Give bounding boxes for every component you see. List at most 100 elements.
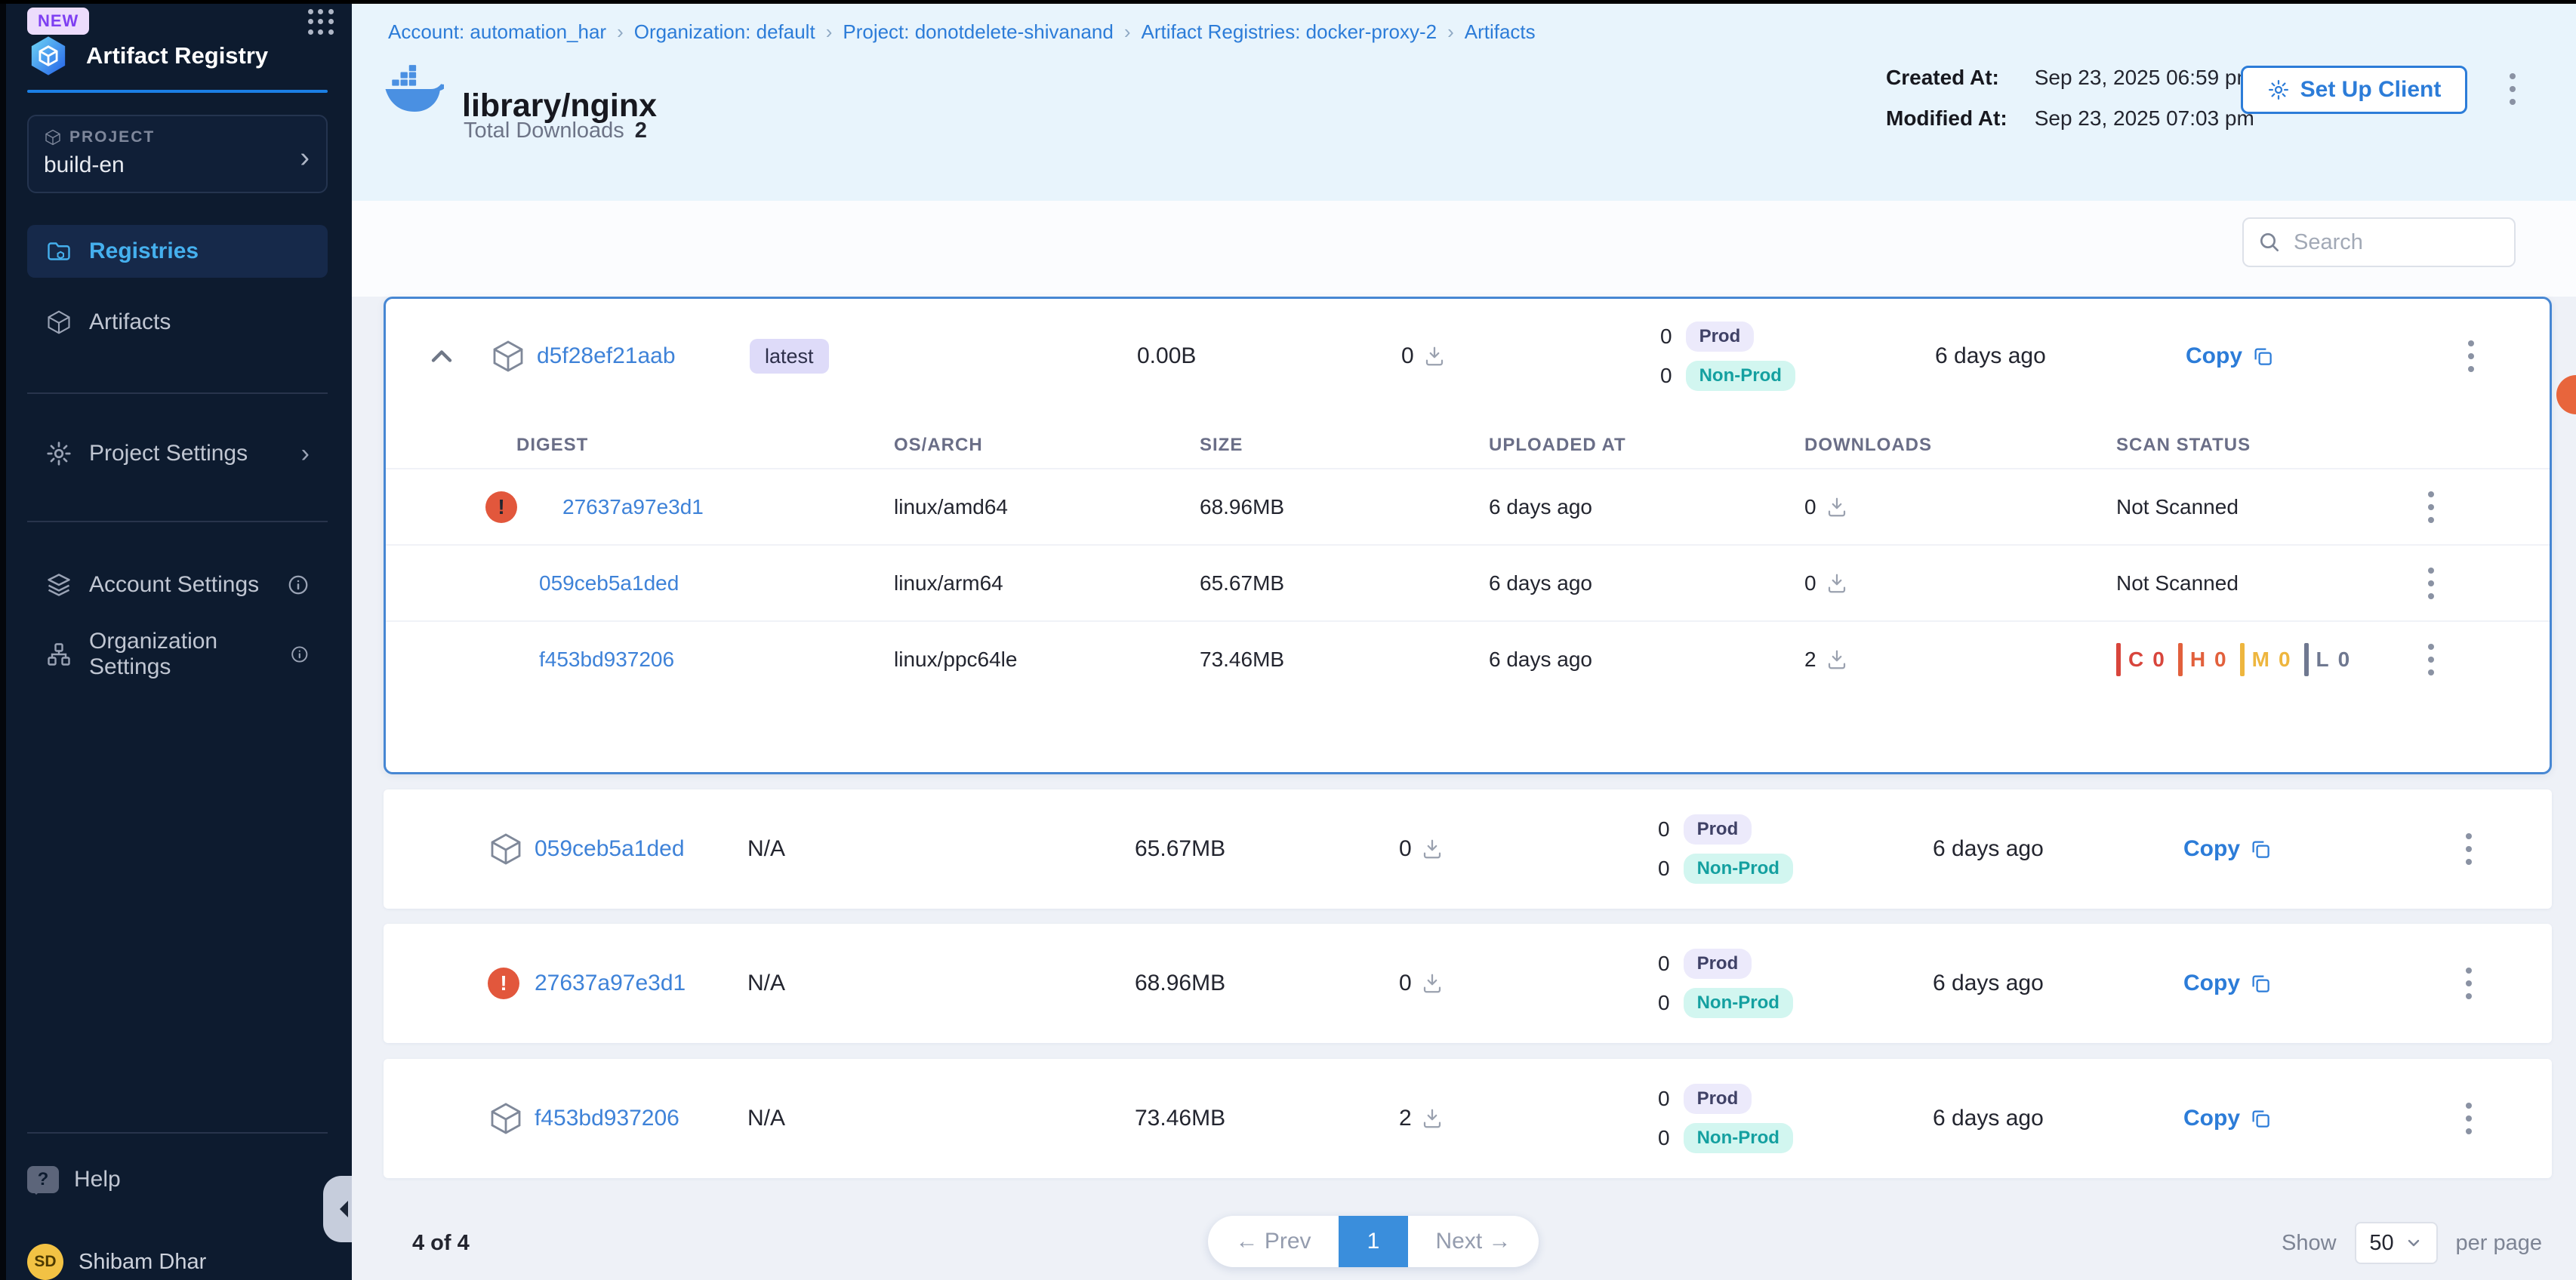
prod-count: 0 bbox=[1658, 817, 1670, 842]
digest-row[interactable]: 059ceb5a1ded linux/arm64 65.67MB 6 days … bbox=[386, 544, 2550, 620]
created-at-value: Sep 23, 2025 06:59 pm bbox=[2035, 66, 2254, 90]
breadcrumb-registry[interactable]: Artifact Registries: docker-proxy-2 bbox=[1142, 20, 1437, 44]
sidebar-item-registries[interactable]: Registries bbox=[27, 225, 328, 278]
downloads-count: 0 bbox=[1804, 495, 1816, 519]
warning-icon: ! bbox=[485, 491, 517, 523]
downloads-count: 0 bbox=[1401, 343, 1414, 369]
version-downloads: 0 bbox=[1399, 836, 1444, 862]
version-age: 6 days ago bbox=[1933, 971, 2044, 996]
deployment-badges: 0Prod 0Non-Prod bbox=[1658, 1084, 1793, 1153]
page-size-value: 50 bbox=[2369, 1231, 2393, 1256]
pagination: ← Prev 1 Next → bbox=[1208, 1216, 1539, 1267]
nonprod-badge: Non-Prod bbox=[1684, 988, 1793, 1018]
severity-critical: C0 bbox=[2116, 643, 2166, 676]
help-chat-icon: ? bbox=[27, 1166, 59, 1193]
digest-row[interactable]: f453bd937206 linux/ppc64le 73.46MB 6 day… bbox=[386, 620, 2550, 697]
download-icon bbox=[1826, 496, 1848, 518]
breadcrumb-artifacts[interactable]: Artifacts bbox=[1465, 20, 1536, 44]
sidebar-item-account-settings[interactable]: Account Settings bbox=[27, 558, 328, 611]
project-selector[interactable]: PROJECT build-en › bbox=[27, 115, 328, 193]
version-size: 73.46MB bbox=[1135, 1106, 1225, 1131]
nonprod-count: 0 bbox=[1660, 364, 1672, 388]
sidebar-collapse-handle[interactable] bbox=[323, 1176, 352, 1242]
tag-value: N/A bbox=[747, 971, 785, 996]
nonprod-badge: Non-Prod bbox=[1684, 1123, 1793, 1153]
breadcrumb-project[interactable]: Project: donotdelete-shivanand bbox=[843, 20, 1113, 44]
severity-label: L bbox=[2316, 648, 2331, 672]
version-age: 6 days ago bbox=[1935, 343, 2046, 369]
version-size: 0.00B bbox=[1137, 343, 1196, 369]
sidebar-divider bbox=[27, 1132, 328, 1134]
sidebar-item-organization-settings[interactable]: Organization Settings bbox=[27, 628, 328, 681]
severity-bar bbox=[2304, 643, 2309, 676]
version-row[interactable]: f453bd937206 N/A 73.46MB 2 0Prod 0Non-Pr… bbox=[384, 1059, 2552, 1178]
uploaded-at: 6 days ago bbox=[1489, 648, 1592, 672]
window-top-edge bbox=[0, 0, 2576, 4]
package-icon bbox=[488, 831, 524, 867]
header-kebab-menu[interactable] bbox=[2505, 69, 2520, 109]
app-title: Artifact Registry bbox=[86, 42, 268, 69]
search-box[interactable] bbox=[2242, 217, 2516, 267]
severity-label: C bbox=[2128, 648, 2145, 672]
app-switcher-icon[interactable] bbox=[308, 9, 334, 35]
digest-row[interactable]: ! 27637a97e3d1 linux/amd64 68.96MB 6 day… bbox=[386, 468, 2550, 544]
os-arch: linux/ppc64le bbox=[894, 648, 1017, 672]
nonprod-count: 0 bbox=[1658, 1126, 1670, 1150]
version-row[interactable]: d5f28ef21aab latest 0.00B 0 0Prod 0Non-P… bbox=[386, 299, 2550, 414]
collapse-chevron-up-icon[interactable] bbox=[425, 340, 458, 373]
per-page-label: per page bbox=[2456, 1231, 2543, 1256]
row-kebab-menu[interactable] bbox=[2461, 829, 2476, 869]
column-header-os-arch: OS/ARCH bbox=[894, 435, 983, 456]
sidebar-item-label: Artifacts bbox=[89, 309, 171, 335]
copy-label: Copy bbox=[2183, 971, 2240, 996]
user-menu[interactable]: SD Shibam Dhar bbox=[27, 1244, 206, 1280]
sidebar-item-project-settings[interactable]: Project Settings › bbox=[27, 427, 328, 480]
download-icon bbox=[1826, 572, 1848, 595]
nonprod-badge: Non-Prod bbox=[1684, 854, 1793, 884]
tag-value: N/A bbox=[747, 836, 785, 862]
user-name: Shibam Dhar bbox=[79, 1250, 206, 1275]
version-digest-link[interactable]: 059ceb5a1ded bbox=[535, 836, 685, 862]
row-kebab-menu[interactable] bbox=[2423, 639, 2439, 680]
sidebar-edge bbox=[0, 0, 6, 1280]
severity-medium: M0 bbox=[2240, 643, 2292, 676]
page-size-select[interactable]: 50 bbox=[2355, 1222, 2438, 1264]
version-row[interactable]: ! 27637a97e3d1 N/A 68.96MB 0 0Prod 0Non-… bbox=[384, 924, 2552, 1043]
copy-button[interactable]: Copy bbox=[2186, 343, 2274, 369]
column-header-scan-status: SCAN STATUS bbox=[2116, 435, 2251, 456]
row-kebab-menu[interactable] bbox=[2461, 1098, 2476, 1139]
breadcrumb-organization[interactable]: Organization: default bbox=[634, 20, 815, 44]
row-kebab-menu[interactable] bbox=[2423, 487, 2439, 528]
sidebar-item-artifacts[interactable]: Artifacts bbox=[27, 296, 328, 349]
sidebar-item-help[interactable]: ? Help bbox=[27, 1166, 254, 1193]
copy-button[interactable]: Copy bbox=[2183, 1106, 2272, 1131]
set-up-client-button[interactable]: Set Up Client bbox=[2241, 66, 2467, 114]
copy-icon bbox=[2251, 345, 2274, 368]
version-digest-link[interactable]: 27637a97e3d1 bbox=[535, 971, 686, 996]
version-digest-link[interactable]: f453bd937206 bbox=[535, 1106, 679, 1131]
version-digest-link[interactable]: d5f28ef21aab bbox=[537, 343, 676, 369]
copy-button[interactable]: Copy bbox=[2183, 836, 2272, 862]
current-page-button[interactable]: 1 bbox=[1339, 1216, 1408, 1267]
breadcrumb-account[interactable]: Account: automation_har bbox=[388, 20, 606, 44]
info-icon[interactable] bbox=[290, 643, 310, 666]
next-page-button[interactable]: Next → bbox=[1408, 1229, 1539, 1254]
project-label-row: PROJECT bbox=[44, 128, 311, 146]
scan-status: Not Scanned bbox=[2116, 571, 2239, 595]
digest-link[interactable]: 059ceb5a1ded bbox=[539, 571, 679, 595]
copy-button[interactable]: Copy bbox=[2183, 971, 2272, 996]
row-kebab-menu[interactable] bbox=[2423, 563, 2439, 604]
prev-page-button[interactable]: ← Prev bbox=[1208, 1229, 1339, 1254]
row-kebab-menu[interactable] bbox=[2464, 336, 2479, 377]
breadcrumb-separator: › bbox=[826, 20, 833, 44]
digest-link[interactable]: 27637a97e3d1 bbox=[562, 495, 704, 519]
version-downloads: 0 bbox=[1401, 343, 1446, 369]
search-input[interactable] bbox=[2292, 229, 2501, 256]
avatar: SD bbox=[27, 1244, 63, 1280]
version-row[interactable]: 059ceb5a1ded N/A 65.67MB 0 0Prod 0Non-Pr… bbox=[384, 789, 2552, 909]
copy-icon bbox=[2249, 1107, 2272, 1130]
info-icon[interactable] bbox=[287, 574, 310, 596]
row-kebab-menu[interactable] bbox=[2461, 963, 2476, 1004]
project-label: PROJECT bbox=[69, 128, 155, 146]
digest-link[interactable]: f453bd937206 bbox=[539, 648, 674, 672]
